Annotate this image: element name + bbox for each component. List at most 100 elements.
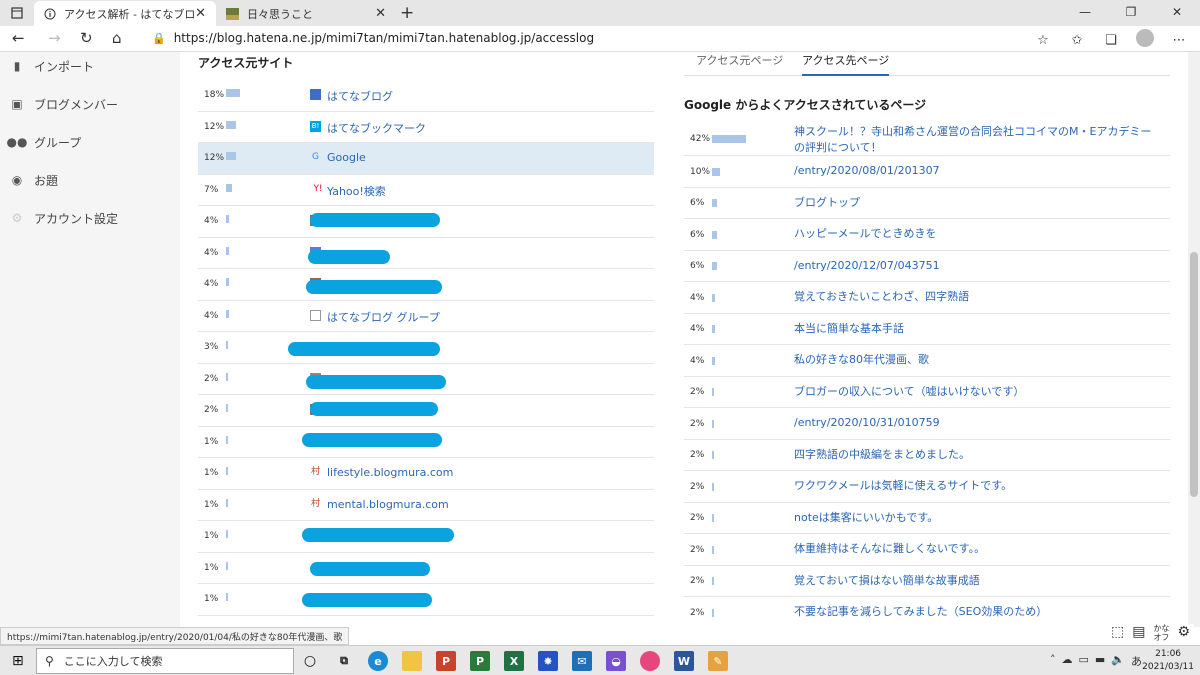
ime-indicator[interactable]: あ (1131, 653, 1142, 669)
destination-bar (712, 199, 717, 208)
battery-icon[interactable]: ▬ (1095, 653, 1105, 669)
source-link[interactable]: はてなブログ グループ (327, 309, 440, 325)
destination-link[interactable]: 神スクール！？寺山和希さん運営の合同会社ココイマのM・Eアカデミーの評判について… (794, 124, 1154, 156)
destination-link[interactable]: /entry/2020/08/01/201307 (794, 163, 1170, 179)
source-link[interactable]: はてなブログ (327, 88, 393, 104)
back-icon[interactable]: ← (12, 29, 25, 47)
sidebar-item-topic[interactable]: ◉ お題 (10, 170, 58, 190)
destination-link[interactable]: ワクワクメールは気軽に使えるサイトです。 (794, 478, 1170, 494)
onedrive-icon[interactable]: ☁ (1061, 653, 1072, 669)
speaker-icon[interactable]: 🔈 (1111, 653, 1125, 669)
destination-link[interactable]: 本当に簡単な基本手話 (794, 321, 1170, 337)
taskbar-search-input[interactable]: ⚲ ここに入力して検索 (36, 648, 294, 674)
sidebar-item-members[interactable]: ▣ ブログメンバー (10, 94, 118, 114)
tab-destination-pages[interactable]: アクセス先ページ (802, 52, 890, 76)
add-favorite-icon[interactable]: ☆ (1032, 33, 1054, 48)
forward-icon[interactable]: → (48, 29, 61, 47)
powerpoint-icon[interactable]: P (436, 651, 456, 671)
network-icon[interactable]: ▭ (1078, 653, 1088, 669)
clipboard-icon[interactable]: ▤ (1132, 624, 1145, 642)
minimize-icon[interactable]: — (1062, 0, 1108, 26)
profile-avatar[interactable] (1134, 29, 1156, 51)
page-scrollbar[interactable] (1188, 52, 1200, 627)
destination-percent: 2% (690, 481, 705, 492)
destination-link[interactable]: /entry/2020/10/31/010759 (794, 415, 1170, 431)
destination-percent: 6% (690, 261, 705, 272)
hatena-bookmark-icon: B! (310, 120, 321, 132)
pin-icon[interactable]: ⬚ (1111, 624, 1124, 642)
source-link[interactable]: mental.blogmura.com (327, 498, 449, 511)
destination-percent: 4% (690, 355, 705, 366)
destination-link[interactable]: 不要な記事を減らしてみました（SEO効果のため） (794, 604, 1170, 620)
sidebar-item-account[interactable]: ⚙ アカウント設定 (10, 208, 118, 228)
destination-link[interactable]: 覚えておいて損はない簡単な故事成語 (794, 573, 1170, 589)
task-view-icon[interactable]: ⧉ (334, 651, 354, 671)
favorites-icon[interactable]: ✩ (1066, 33, 1088, 48)
excel-icon[interactable]: X (504, 651, 524, 671)
settings-icon[interactable]: ⚙ (1177, 624, 1190, 642)
destination-link[interactable]: 四字熟語の中級編をまとめました。 (794, 447, 1170, 463)
close-tab-icon[interactable]: ✕ (195, 6, 206, 21)
firefox-icon[interactable] (640, 651, 660, 671)
home-icon[interactable]: ⌂ (112, 29, 122, 47)
sidebar-item-import[interactable]: ▮ インポート (10, 56, 94, 76)
destination-link[interactable]: ハッピーメールでときめきを (794, 226, 1170, 242)
tab-actions-button[interactable] (0, 0, 34, 26)
destination-link[interactable]: ブロガーの収入について（嘘はいけないです） (794, 384, 1170, 400)
mail-icon[interactable]: ✉ (572, 651, 592, 671)
source-row: 2% (198, 395, 654, 427)
source-percent: 12% (204, 121, 225, 132)
destination-link[interactable]: 体重維持はそんなに難しくないです。。 (794, 541, 1170, 557)
paint-icon[interactable]: ✎ (708, 651, 728, 671)
hatena-blog-icon (310, 89, 321, 100)
source-row: 1% (198, 584, 654, 616)
destination-percent: 2% (690, 576, 705, 587)
clock[interactable]: 21:06 2021/03/11 (1142, 648, 1194, 674)
url-field[interactable]: 🔒 https://blog.hatena.ne.jp/mimi7tan/mimi… (152, 31, 594, 45)
destination-link[interactable]: 覚えておきたいことわざ、四字熟語 (794, 289, 1170, 305)
sidebar-item-label: グループ (34, 135, 82, 150)
tab-source-pages[interactable]: アクセス元ページ (696, 52, 783, 68)
star-app-icon[interactable]: ✸ (538, 651, 558, 671)
source-row: 1% 村 mental.blogmura.com (198, 490, 654, 521)
paint3d-icon[interactable]: ◒ (606, 651, 626, 671)
publisher-icon[interactable]: P (470, 651, 490, 671)
folder-icon[interactable] (402, 651, 422, 671)
clock-date: 2021/03/11 (1142, 662, 1194, 672)
source-row: 3% (198, 332, 654, 364)
source-link[interactable]: Google (327, 151, 366, 164)
tab-accesslog[interactable]: アクセス解析 - はてなブログ ✕ (34, 1, 216, 26)
destination-link[interactable]: 私の好きな80年代漫画、歌 (794, 352, 1170, 368)
destination-link[interactable]: /entry/2020/12/07/043751 (794, 258, 1170, 274)
destination-link[interactable]: noteは集客にいいかもです。 (794, 510, 1170, 526)
source-row: 1% (198, 521, 654, 553)
destination-link[interactable]: ブログトップ (794, 195, 1170, 211)
members-icon: ▣ (11, 97, 23, 111)
more-icon[interactable]: ⋯ (1168, 33, 1190, 48)
sidebar-item-group[interactable]: ●● グループ (7, 132, 82, 152)
source-link[interactable]: はてなブックマーク (327, 120, 426, 136)
destination-row: 4% 私の好きな80年代漫画、歌 (684, 345, 1170, 377)
source-link[interactable]: lifestyle.blogmura.com (327, 466, 453, 479)
sidebar-item-label: ブログメンバー (34, 97, 119, 112)
edge-icon[interactable]: e (368, 651, 388, 671)
source-row: 1% (198, 553, 654, 584)
tab-hibi[interactable]: 日々思うこと ✕ (216, 1, 396, 26)
kana-off-label[interactable]: かな オフ (1153, 624, 1169, 642)
source-link[interactable]: Yahoo!検索 (327, 183, 386, 199)
new-tab-icon[interactable]: + (400, 3, 414, 23)
chevron-up-icon[interactable]: ˄ (1050, 653, 1056, 669)
destination-percent: 2% (690, 387, 705, 398)
close-tab-icon[interactable]: ✕ (375, 6, 386, 21)
scrollbar-thumb[interactable] (1190, 252, 1198, 497)
word-icon[interactable]: W (674, 651, 694, 671)
windows-start-icon[interactable]: ⊞ (12, 653, 24, 669)
section-title: アクセス元サイト (198, 56, 294, 70)
cortana-icon[interactable]: ○ (300, 651, 320, 671)
refresh-icon[interactable]: ↻ (80, 29, 93, 47)
close-window-icon[interactable]: ✕ (1154, 0, 1200, 26)
blogmura-icon: 村 (310, 498, 320, 509)
restore-icon[interactable]: ❐ (1108, 0, 1154, 26)
collections-icon[interactable]: ❏ (1100, 33, 1122, 48)
source-bar (226, 467, 228, 475)
